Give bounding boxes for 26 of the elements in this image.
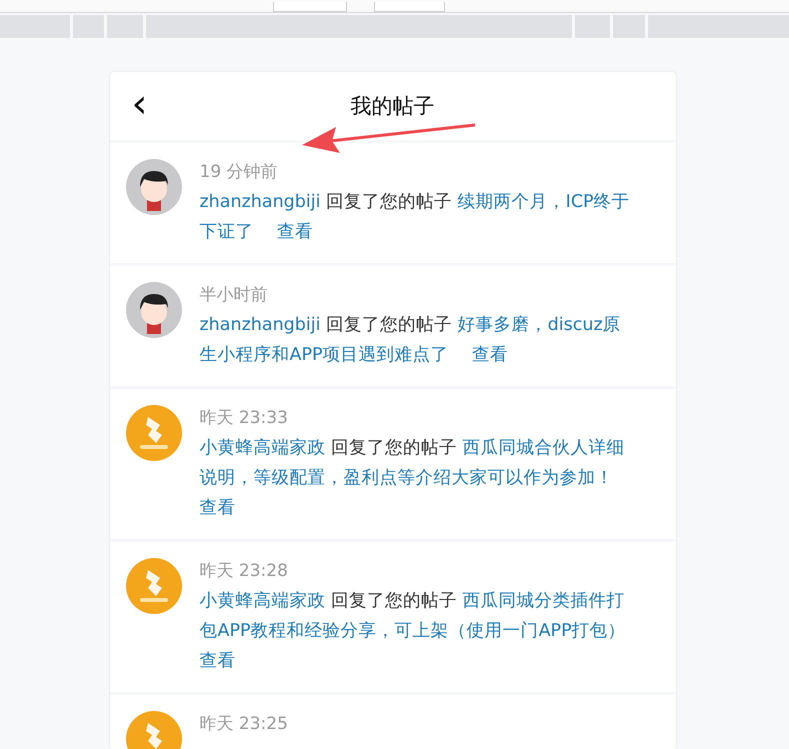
browser-tab[interactable]: [146, 15, 572, 38]
browser-tab[interactable]: [0, 15, 70, 38]
view-link[interactable]: 查看: [472, 345, 508, 365]
reply-time: 昨天 23:25: [200, 713, 289, 736]
browser-tab[interactable]: [107, 15, 143, 38]
reply-time: 19 分钟前: [200, 161, 279, 184]
reply-message: 小黄蜂高端家政 回复了您的帖子 西瓜同城分类插件打包APP教程和经验分享，可上架（使用一门APP打包） 查看: [200, 590, 627, 673]
user-link[interactable]: zhanzhangbiji: [200, 192, 320, 212]
user-link[interactable]: zhanzhangbiji: [200, 315, 320, 335]
reply-time: 昨天 23:33: [200, 407, 289, 430]
reply-message: zhanzhangbiji 回复了您的帖子 好事多磨，discuz原生小程序和APP项目遇到难点了 查看: [200, 314, 622, 367]
reply-time: 半小时前: [200, 284, 268, 307]
user-link[interactable]: 小黄蜂高端家政: [200, 438, 326, 458]
reply-message: 小黄蜂高端家政 回复了您的帖子 西瓜同城合伙人详细说明，等级配置，盈利点等介绍大家可以作为参加！ 查看: [200, 437, 626, 520]
browser-tab[interactable]: [575, 15, 610, 38]
view-link[interactable]: 查看: [200, 498, 236, 518]
page-title: 我的帖子: [350, 93, 434, 120]
reply-message: zhanzhangbiji 回复了您的帖子 续期两个月，ICP终于下证了 查看: [200, 191, 631, 244]
browser-tab[interactable]: [73, 15, 104, 38]
user-link[interactable]: 小黄蜂高端家政: [200, 591, 326, 611]
back-button[interactable]: ‹: [128, 86, 152, 122]
reply-time: 昨天 23:28: [200, 560, 289, 583]
view-link[interactable]: 查看: [277, 222, 314, 242]
browser-tab[interactable]: [648, 15, 789, 38]
browser-tab[interactable]: [613, 15, 645, 38]
view-link[interactable]: 查看: [200, 651, 236, 671]
